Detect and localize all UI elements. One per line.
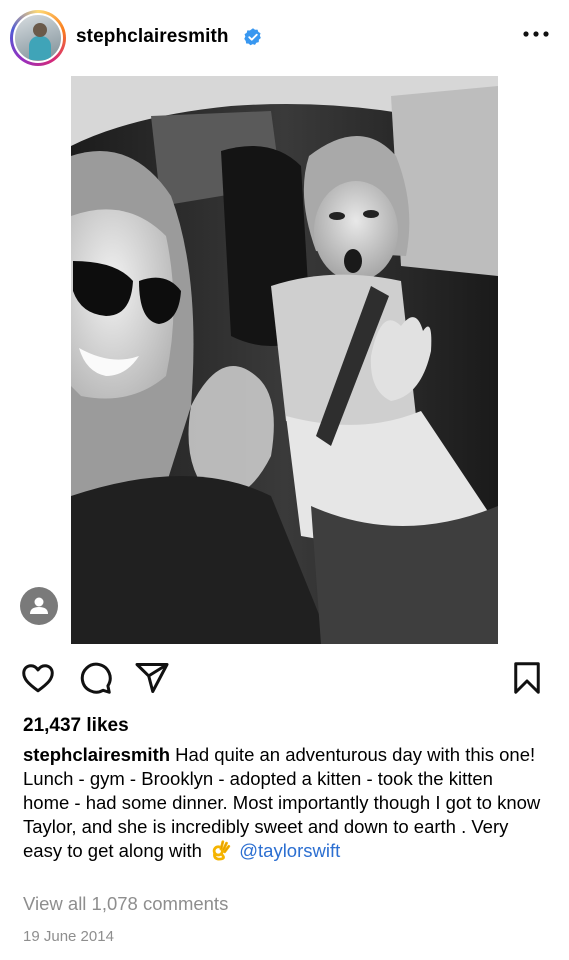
verified-badge-icon [244, 28, 261, 46]
avatar-figure-body [29, 36, 51, 60]
save-button[interactable] [509, 660, 545, 696]
post-caption: stephclairesmith Had quite an adventurou… [23, 743, 543, 863]
likes-count[interactable]: 21,437 likes [23, 715, 129, 737]
view-all-comments-link[interactable]: View all 1,078 comments [23, 893, 228, 915]
mention-link[interactable]: @taylorswift [239, 840, 340, 861]
avatar-figure-head [33, 23, 47, 37]
send-icon [135, 663, 169, 693]
like-button[interactable] [20, 660, 56, 696]
comment-button[interactable] [77, 660, 113, 696]
profile-avatar-ring[interactable] [10, 10, 66, 66]
post-photo-image [71, 76, 498, 644]
comment-icon [80, 662, 112, 694]
ok-hand-emoji-icon [212, 840, 231, 861]
caption-username[interactable]: stephclairesmith [23, 744, 170, 765]
post-date: 19 June 2014 [23, 928, 114, 945]
action-bar [0, 660, 569, 700]
post-header: stephclairesmith [0, 0, 569, 76]
more-options-icon[interactable] [521, 24, 551, 44]
username-link[interactable]: stephclairesmith [76, 26, 229, 48]
avatar[interactable] [13, 13, 63, 63]
share-button[interactable] [134, 660, 170, 696]
user-tag-glyph [30, 597, 48, 614]
heart-icon [22, 664, 54, 693]
post-photo[interactable] [71, 76, 498, 644]
user-tag-icon[interactable] [20, 587, 58, 625]
bookmark-icon [514, 662, 540, 694]
